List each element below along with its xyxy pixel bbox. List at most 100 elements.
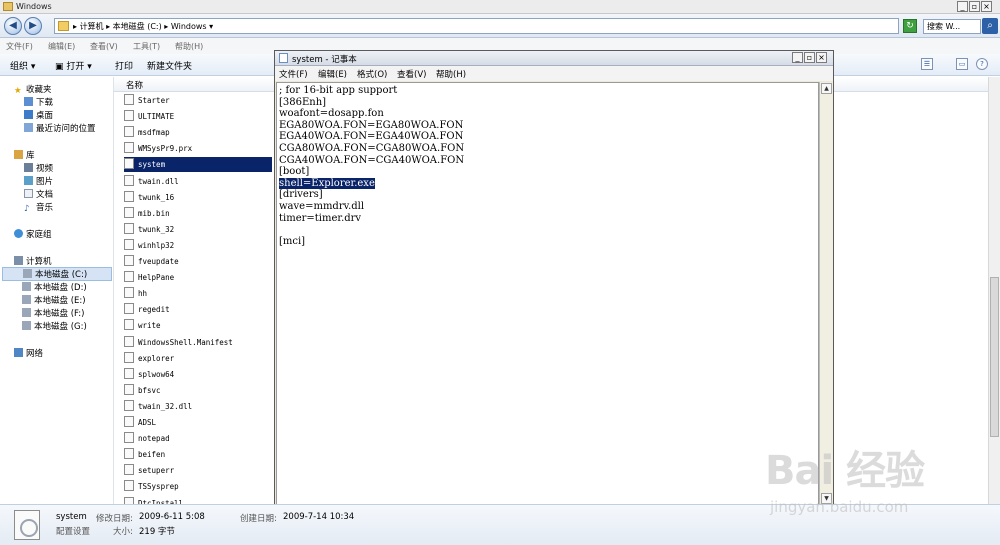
file-row[interactable]: Starter xyxy=(124,93,272,108)
file-row[interactable]: mib.bin xyxy=(124,206,272,221)
nav-drive-f[interactable]: 本地磁盘 (F:) xyxy=(22,307,84,319)
notepad-maximize-button[interactable]: ▫ xyxy=(804,52,815,63)
close-button[interactable]: × xyxy=(981,1,992,12)
file-row[interactable]: splwow64 xyxy=(124,367,272,382)
file-row[interactable]: fveupdate xyxy=(124,254,272,269)
drive-icon xyxy=(22,321,31,330)
text-line: EGA40WOA.FON=EGA40WOA.FON xyxy=(279,131,816,143)
text-line: EGA80WOA.FON=EGA80WOA.FON xyxy=(279,120,816,132)
nav-documents[interactable]: 文档 xyxy=(24,188,53,200)
menu-tools[interactable]: 工具(T) xyxy=(133,41,160,52)
file-row[interactable]: hh xyxy=(124,286,272,301)
view-options-icon[interactable]: ☰ xyxy=(921,58,933,70)
nav-drive-d[interactable]: 本地磁盘 (D:) xyxy=(22,281,87,293)
notepad-text-area[interactable]: ; for 16-bit app support [386Enh] woafont=… xyxy=(276,82,819,505)
notepad-close-button[interactable]: × xyxy=(816,52,827,63)
nav-music[interactable]: ♪ 音乐 xyxy=(24,201,53,214)
menu-view[interactable]: 查看(V) xyxy=(90,41,118,52)
text-line: ; for 16-bit app support xyxy=(279,85,816,97)
np-menu-edit[interactable]: 编辑(E) xyxy=(318,68,347,80)
details-file-type: 配置设置 xyxy=(56,527,91,537)
file-row[interactable]: system xyxy=(124,157,272,173)
np-menu-view[interactable]: 查看(V) xyxy=(397,68,426,80)
drive-icon xyxy=(23,269,32,278)
file-row[interactable]: write xyxy=(124,318,272,333)
file-icon xyxy=(124,448,134,460)
file-icon xyxy=(124,319,134,331)
file-list-scrollbar[interactable] xyxy=(988,77,1000,504)
menu-help[interactable]: 帮助(H) xyxy=(175,41,203,52)
back-button[interactable]: ◀ xyxy=(4,17,22,35)
file-row[interactable]: twain.dll xyxy=(124,174,272,189)
np-menu-help[interactable]: 帮助(H) xyxy=(436,68,466,80)
nav-network[interactable]: 网络 xyxy=(14,347,43,359)
file-icon xyxy=(124,399,134,411)
nav-recent-places[interactable]: 最近访问的位置 xyxy=(24,122,96,134)
file-icon xyxy=(124,464,134,476)
preview-pane-icon[interactable]: ▭ xyxy=(956,58,968,70)
nav-drive-g[interactable]: 本地磁盘 (G:) xyxy=(22,320,87,332)
new-folder-button[interactable]: 新建文件夹 xyxy=(147,59,192,72)
file-row[interactable]: twain_32.dll xyxy=(124,399,272,414)
refresh-icon[interactable]: ↻ xyxy=(903,19,917,33)
column-header-extra xyxy=(833,77,988,92)
notepad-minimize-button[interactable]: _ xyxy=(792,52,803,63)
line-text: EGA40WOA.FON=EGA40WOA.FON xyxy=(279,131,464,143)
file-row[interactable]: msdfmap xyxy=(124,125,272,140)
column-header-name[interactable]: 名称 xyxy=(114,77,274,92)
file-row[interactable]: beifen xyxy=(124,447,272,462)
nav-pictures[interactable]: 图片 xyxy=(24,175,53,187)
open-button[interactable]: ▣ 打开 ▾ xyxy=(55,59,92,72)
file-row[interactable]: explorer xyxy=(124,351,272,366)
maximize-button[interactable]: ▫ xyxy=(969,1,980,12)
nav-homegroup[interactable]: 家庭组 xyxy=(14,228,52,240)
file-row[interactable]: regedit xyxy=(124,302,272,317)
file-name: bfsvc xyxy=(138,385,161,395)
forward-button[interactable]: ▶ xyxy=(24,17,42,35)
nav-desktop[interactable]: 桌面 xyxy=(24,109,53,121)
file-row[interactable]: twunk_16 xyxy=(124,190,272,205)
file-row[interactable]: setuperr xyxy=(124,463,272,478)
breadcrumb-windows[interactable]: Windows xyxy=(171,22,207,31)
nav-drive-c[interactable]: 本地磁盘 (C:) xyxy=(2,267,112,281)
search-icon[interactable]: ⌕ xyxy=(982,18,998,34)
file-row[interactable]: twunk_32 xyxy=(124,222,272,237)
file-row[interactable]: ULTIMATE xyxy=(124,109,272,124)
menu-file[interactable]: 文件(F) xyxy=(6,41,33,52)
print-button[interactable]: 打印 xyxy=(115,59,133,72)
np-menu-format[interactable]: 格式(O) xyxy=(357,68,387,80)
document-icon xyxy=(24,189,33,198)
file-row[interactable]: notepad xyxy=(124,431,272,446)
file-icon xyxy=(124,335,134,347)
np-menu-file[interactable]: 文件(F) xyxy=(279,68,308,80)
file-row[interactable]: WMSysPr9.prx xyxy=(124,141,272,156)
file-row[interactable]: ADSL xyxy=(124,415,272,430)
address-field[interactable]: ▸ 计算机 ▸ 本地磁盘 (C:) ▸ Windows ▾ xyxy=(54,18,899,34)
nav-downloads[interactable]: 下载 xyxy=(24,96,53,108)
file-row[interactable]: TSSysprep xyxy=(124,479,272,494)
file-row[interactable]: bfsvc xyxy=(124,383,272,398)
breadcrumb-computer[interactable]: 计算机 xyxy=(80,22,104,31)
nav-videos[interactable]: 视频 xyxy=(24,162,53,174)
file-row[interactable]: HelpPane xyxy=(124,270,272,285)
nav-drive-e[interactable]: 本地磁盘 (E:) xyxy=(22,294,86,306)
file-name: TSSysprep xyxy=(138,482,179,492)
text-line: [mci] xyxy=(279,236,816,248)
organize-button[interactable]: 组织 ▾ xyxy=(10,59,35,72)
minimize-button[interactable]: _ xyxy=(957,1,968,12)
file-row[interactable]: DtcInstall xyxy=(124,496,272,504)
breadcrumb-drive-c[interactable]: 本地磁盘 (C:) xyxy=(113,22,162,31)
star-icon: ★ xyxy=(14,86,22,96)
search-input[interactable]: 搜索 W... xyxy=(923,19,981,34)
menu-edit[interactable]: 编辑(E) xyxy=(48,41,75,52)
nav-favorites[interactable]: ★ 收藏夹 xyxy=(14,83,52,96)
nav-computer[interactable]: 计算机 xyxy=(14,255,52,267)
file-row[interactable]: WindowsShell.Manifest xyxy=(124,335,272,350)
help-icon[interactable]: ? xyxy=(976,58,988,70)
scroll-up-icon[interactable]: ▲ xyxy=(821,83,832,94)
drive-icon xyxy=(22,308,31,317)
file-row[interactable]: winhlp32 xyxy=(124,238,272,253)
text-line: wave=mmdrv.dll xyxy=(279,201,816,213)
scrollbar-thumb[interactable] xyxy=(990,277,999,437)
nav-library[interactable]: 库 xyxy=(14,149,35,161)
